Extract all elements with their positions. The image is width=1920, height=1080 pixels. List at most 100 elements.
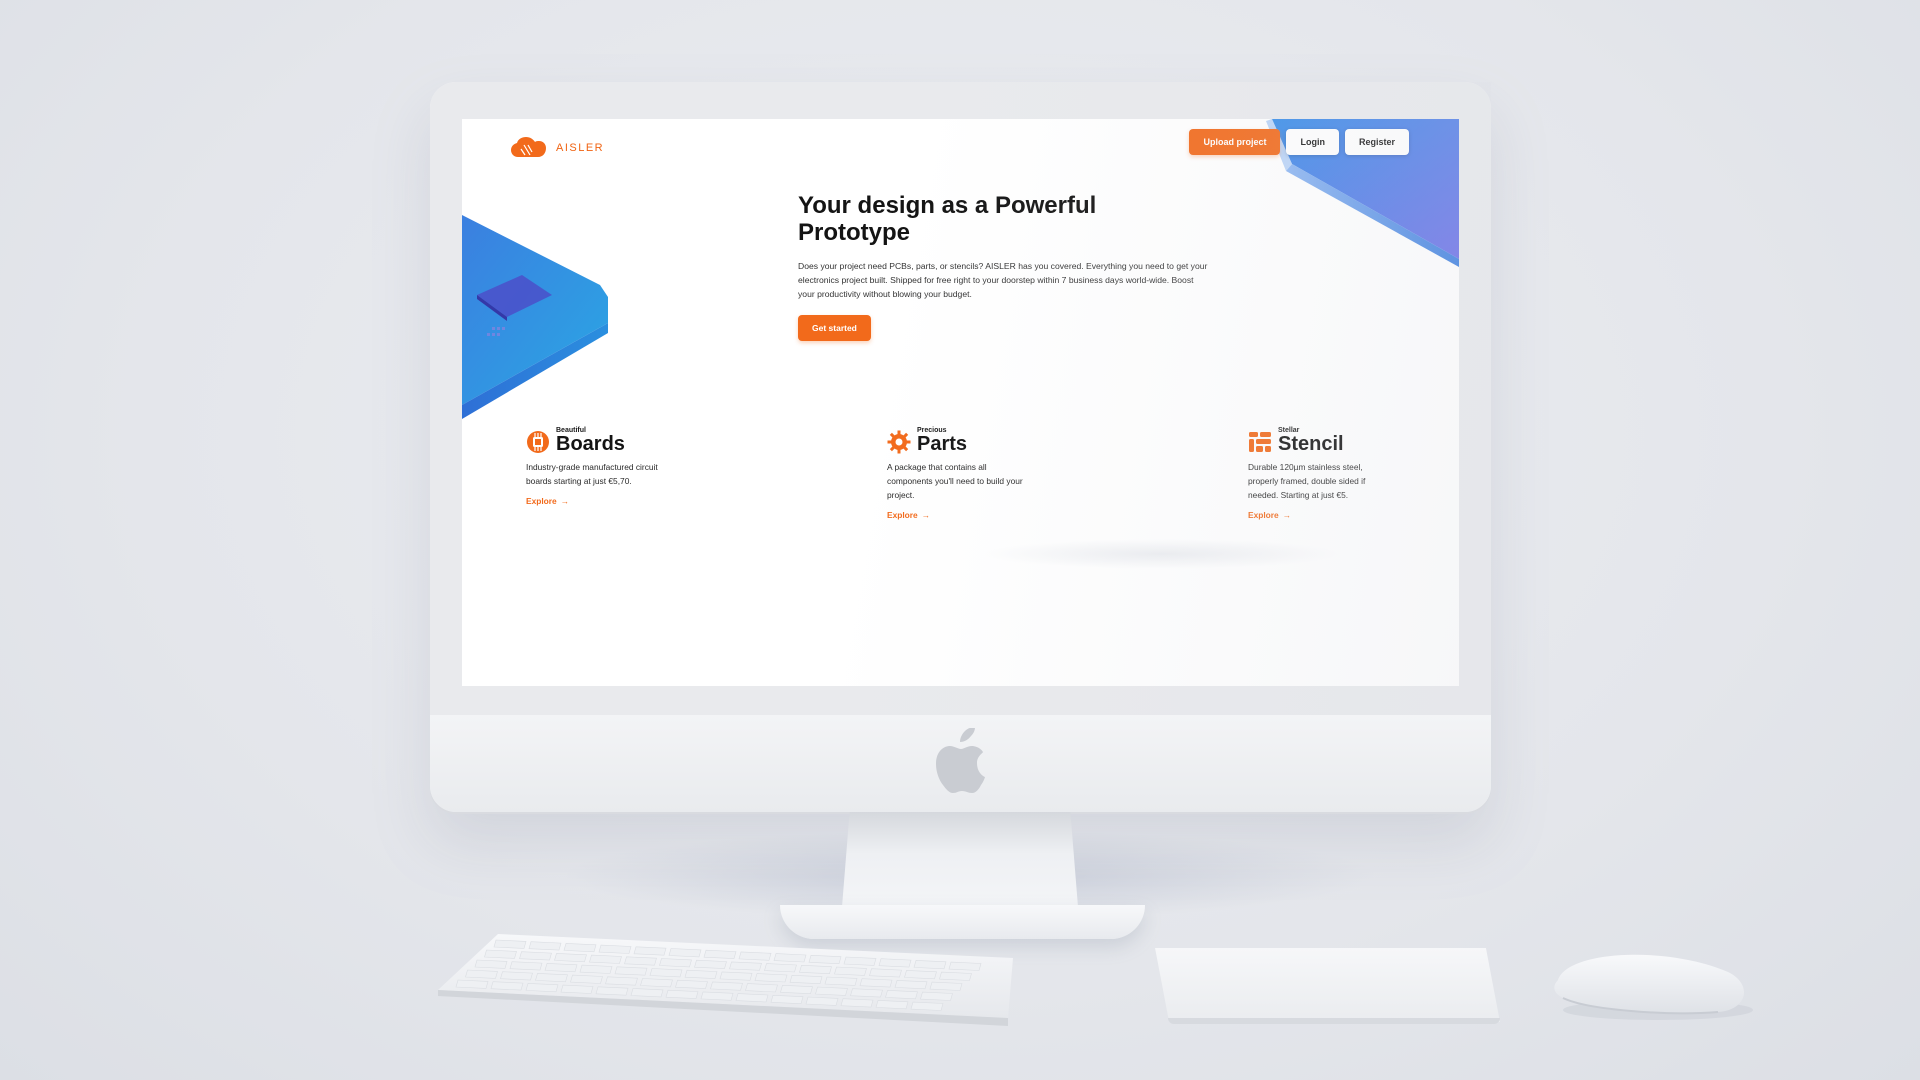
explore-parts-link[interactable]: Explore →: [887, 510, 1037, 520]
keyboard-key: [703, 949, 737, 959]
login-button[interactable]: Login: [1286, 129, 1339, 155]
get-started-button[interactable]: Get started: [798, 314, 871, 341]
explore-stencil-link[interactable]: Explore →: [1248, 510, 1398, 520]
keyboard-key: [519, 951, 552, 961]
trackpad: [1155, 948, 1500, 1022]
keyboard-key: [630, 988, 664, 998]
keyboard-key: [913, 960, 947, 970]
trackpad-edge: [1168, 1018, 1500, 1024]
brand-name: AISLER: [556, 142, 605, 154]
keyboard-key: [455, 979, 489, 989]
keyboard-key: [799, 964, 832, 975]
keyboard-key: [885, 990, 918, 1000]
keyboard-key: [624, 956, 657, 966]
keyboard-key: [684, 969, 718, 979]
keyboard-key: [719, 971, 753, 981]
hero-title-line1: Your design as a Powerful: [798, 192, 1097, 219]
keyboard-key: [554, 953, 587, 963]
feature-stencil: Stellar Stencil Durable 120µm stainless …: [1248, 427, 1398, 520]
keyboard-key: [633, 946, 667, 956]
keyboard-key: [894, 980, 928, 990]
keyboard-key: [544, 963, 578, 973]
feature-parts: Precious Parts A package that contains a…: [887, 427, 1037, 520]
keyboard-key: [840, 998, 874, 1008]
keyboard-key: [869, 968, 902, 978]
keyboard-key: [493, 939, 527, 949]
keyboard-key: [474, 959, 508, 969]
hero-description: Does your project need PCBs, parts, or s…: [798, 260, 1208, 299]
keyboard-key: [789, 974, 823, 985]
upload-project-button[interactable]: Upload project: [1189, 129, 1281, 155]
arrow-right-icon: →: [560, 496, 570, 506]
feature-description: Industry-grade manufactured circuit boar…: [526, 462, 658, 486]
feature-description: Durable 120µm stainless steel, properly …: [1248, 462, 1366, 500]
keyboard-key: [614, 966, 648, 976]
keyboard: [438, 934, 1013, 1026]
cloud-logo-icon: [511, 137, 546, 157]
keyboard-key: [910, 1001, 944, 1011]
apple-logo-icon: [936, 728, 985, 793]
keyboard-key: [929, 981, 963, 991]
arrow-right-icon: →: [1282, 510, 1292, 520]
keyboard-key: [920, 991, 953, 1001]
keyboard-key: [875, 1000, 909, 1010]
keyboard-key: [745, 983, 778, 993]
keyboard-key: [859, 978, 893, 988]
browser-viewport: AISLER Upload project Login Register You…: [462, 119, 1459, 686]
keyboard-key: [764, 963, 797, 973]
keyboard-key: [595, 986, 629, 996]
keyboard-key: [694, 959, 727, 969]
keyboard-key: [754, 973, 788, 983]
decorative-pcb-shape-left: [462, 215, 608, 419]
gear-icon: [887, 430, 911, 454]
arrow-right-icon: →: [921, 510, 931, 520]
keyboard-key: [668, 948, 702, 958]
keyboard-key: [509, 961, 543, 971]
register-button[interactable]: Register: [1344, 129, 1409, 155]
keyboard-key: [735, 993, 769, 1003]
keyboard-key: [850, 988, 883, 998]
keyboard-key: [535, 973, 568, 983]
keyboard-key: [824, 976, 858, 986]
keyboard-key: [808, 954, 842, 965]
keyboard-key: [700, 991, 734, 1001]
explore-boards-link[interactable]: Explore →: [526, 496, 676, 506]
brand-logo[interactable]: AISLER: [510, 137, 604, 159]
keyboard-key: [665, 989, 699, 999]
explore-label: Explore: [1248, 510, 1279, 520]
keyboard-key: [948, 961, 982, 971]
keyboard-key: [500, 971, 533, 981]
keyboard-key: [598, 944, 632, 954]
keyboard-key: [904, 970, 937, 980]
keyboard-key: [878, 958, 912, 968]
feature-boards: Beautiful Boards Industry-grade manufact…: [526, 427, 676, 506]
keyboard-key: [780, 984, 813, 995]
keyboard-key: [525, 983, 559, 993]
keyboard-key: [579, 964, 613, 974]
chip-icon: [527, 431, 549, 453]
keyboard-key: [570, 974, 603, 984]
keyboard-key: [815, 986, 848, 996]
stencil-icon: [1249, 432, 1271, 452]
hero-title-line2: Prototype: [798, 218, 911, 246]
hero-title: Your design as a Powerful Prototype: [798, 192, 1218, 247]
keyboard-key: [659, 958, 692, 968]
feature-title: Parts: [917, 433, 968, 455]
keyboard-key: [490, 981, 524, 991]
keyboard-key: [773, 953, 807, 963]
keyboard-key: [834, 966, 867, 976]
magic-mouse: [1554, 954, 1753, 1020]
keyboard-key: [939, 971, 972, 981]
feature-description: A package that contains all components y…: [887, 462, 1023, 500]
top-nav: Upload project Login Register: [1189, 129, 1409, 155]
keyboard-key: [640, 978, 673, 988]
keyboard-key: [563, 943, 597, 953]
keyboard-key: [843, 956, 877, 966]
keyboard-key: [729, 961, 762, 971]
keyboard-key: [465, 969, 498, 979]
keyboard-key: [649, 968, 683, 978]
decorative-soft-shadow: [982, 539, 1342, 569]
keyboard-key: [605, 976, 638, 986]
keyboard-key: [710, 981, 743, 991]
keyboard-key: [805, 996, 839, 1006]
